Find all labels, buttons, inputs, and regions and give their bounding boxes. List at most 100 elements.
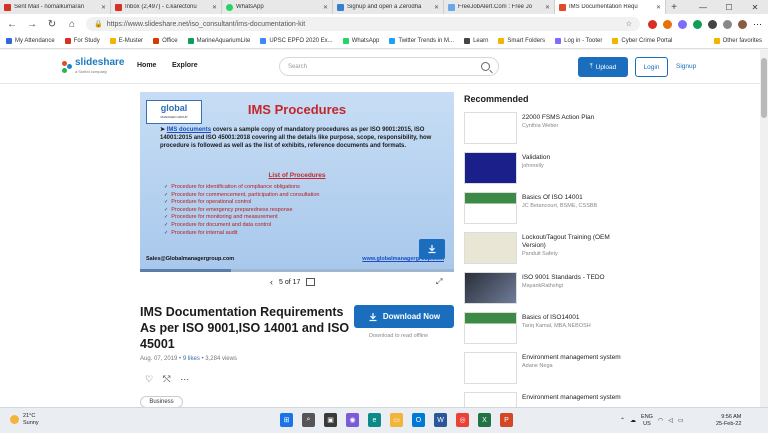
- search-input[interactable]: Search: [279, 57, 499, 76]
- close-icon[interactable]: ✕: [323, 4, 328, 11]
- bookmark-item[interactable]: UPSC EPFO 2020 Ex...: [260, 38, 333, 44]
- bookmark-item[interactable]: My Attendance: [6, 38, 55, 44]
- recommended-title[interactable]: ISO 9001 Standards - TEDO: [522, 274, 622, 282]
- file-explorer-icon[interactable]: ▭: [390, 413, 403, 427]
- bookmark-item[interactable]: Learn: [464, 38, 488, 44]
- recommended-item[interactable]: Environment management system Adane Nega: [464, 352, 754, 392]
- scrollbar-thumb[interactable]: [761, 58, 767, 118]
- browser-tab[interactable]: WhatsApp ✕: [222, 0, 333, 14]
- bookmark-item[interactable]: Office: [153, 38, 178, 44]
- signup-link[interactable]: Signup: [676, 63, 696, 70]
- back-icon[interactable]: ←: [6, 19, 18, 30]
- chrome-icon[interactable]: ◎: [456, 413, 469, 427]
- recommended-author[interactable]: MayankRathshgi: [522, 283, 622, 289]
- forward-icon[interactable]: →: [26, 19, 38, 30]
- recommended-thumbnail[interactable]: [464, 152, 517, 184]
- prev-slide-icon[interactable]: ‹: [270, 277, 273, 287]
- recommended-author[interactable]: Panduit Safety: [522, 251, 622, 257]
- recommended-title[interactable]: Environment management system: [522, 394, 622, 402]
- more-menu-icon[interactable]: ⋯: [753, 19, 762, 30]
- browser-tab[interactable]: Sent Mail - nomalkumaran ✕: [0, 0, 111, 14]
- volume-icon[interactable]: ◁: [668, 417, 673, 424]
- other-favorites[interactable]: Other favorites: [713, 38, 762, 44]
- fullscreen-icon[interactable]: ⤢: [436, 277, 442, 287]
- nav-home[interactable]: Home: [137, 62, 156, 69]
- bookmark-item[interactable]: Cyber Crime Portal: [612, 38, 672, 44]
- minimize-icon[interactable]: —: [690, 0, 716, 14]
- profile-avatar[interactable]: [738, 19, 747, 29]
- chat-icon[interactable]: ◉: [346, 413, 359, 427]
- extension-icon[interactable]: [693, 19, 702, 29]
- onedrive-icon[interactable]: ☁: [630, 417, 636, 424]
- maximize-icon[interactable]: ☐: [716, 0, 742, 14]
- new-tab-button[interactable]: +: [666, 0, 682, 14]
- chevron-up-icon[interactable]: ⌃: [620, 417, 625, 424]
- wifi-icon[interactable]: ◠: [658, 417, 663, 424]
- recommended-title[interactable]: Environment management system: [522, 354, 622, 362]
- recommended-item[interactable]: ISO 9001 Standards - TEDO MayankRathshgi: [464, 272, 754, 312]
- recommended-thumbnail[interactable]: [464, 112, 517, 144]
- favorite-star-icon[interactable]: ☆: [626, 20, 632, 28]
- close-icon[interactable]: ✕: [434, 4, 439, 11]
- recommended-title[interactable]: Basics of ISO14001: [522, 314, 622, 322]
- recommended-thumbnail[interactable]: [464, 312, 517, 344]
- recommended-thumbnail[interactable]: [464, 192, 517, 224]
- download-now-button[interactable]: Download Now: [354, 305, 454, 328]
- browser-tab[interactable]: FreeJobAlert.Com : Free Jo ✕: [444, 0, 555, 14]
- slide-viewer[interactable]: global MANAGER GROUP IMS Procedures ➤ IM…: [140, 92, 454, 272]
- recommended-author[interactable]: JC Betancourt, BSME, CSSBB: [522, 203, 622, 209]
- edge-icon[interactable]: e: [368, 413, 381, 427]
- taskbar-clock[interactable]: 9:56 AM 25-Feb-22: [716, 414, 741, 428]
- recommended-title[interactable]: Validation: [522, 154, 622, 162]
- recommended-author[interactable]: Cynthia Weber: [522, 123, 622, 129]
- thumbnail-grid-icon[interactable]: [306, 278, 316, 286]
- recommended-title[interactable]: Basics Of ISO 14001: [522, 194, 622, 202]
- powerpoint-icon[interactable]: P: [500, 413, 513, 427]
- refresh-icon[interactable]: ↻: [46, 19, 58, 30]
- battery-icon[interactable]: ▭: [678, 417, 684, 424]
- recommended-thumbnail[interactable]: [464, 272, 517, 304]
- slide-download-button[interactable]: [419, 239, 445, 259]
- bookmark-item[interactable]: MarineAquariumLite: [187, 38, 250, 44]
- recommended-author[interactable]: Adane Nega: [522, 363, 622, 369]
- recommended-item[interactable]: Basics of ISO14001 Tariq Kamal, MBA,NEBOS…: [464, 312, 754, 352]
- extension-icon[interactable]: [678, 19, 687, 29]
- close-icon[interactable]: ✕: [101, 4, 106, 11]
- bookmark-item[interactable]: WhatsApp: [342, 38, 379, 44]
- search-icon[interactable]: [481, 62, 490, 71]
- recommended-author[interactable]: Tariq Kamal, MBA,NEBOSH: [522, 323, 622, 329]
- home-icon[interactable]: ⌂: [66, 19, 78, 30]
- recommended-title[interactable]: 22000 FSMS Action Plan: [522, 114, 622, 122]
- bookmark-item[interactable]: For Study: [64, 38, 100, 44]
- more-options-icon[interactable]: ⋯: [180, 374, 189, 385]
- weather-widget[interactable]: 21°C Sunny: [10, 413, 39, 426]
- bookmark-item[interactable]: Twitter Trends in M...: [389, 38, 454, 44]
- browser-tab[interactable]: Signup and open a Zerodha ✕: [333, 0, 444, 14]
- page-scrollbar[interactable]: [760, 50, 768, 407]
- recommended-author[interactable]: johnnelly: [522, 163, 622, 169]
- document-likes[interactable]: 9 likes: [183, 356, 200, 362]
- task-view-icon[interactable]: ▣: [324, 413, 337, 427]
- recommended-item[interactable]: Lockout/Tagout Training (OEM Version) Pan…: [464, 232, 754, 272]
- extension-icon[interactable]: [648, 19, 657, 29]
- recommended-thumbnail[interactable]: [464, 352, 517, 384]
- extension-icon[interactable]: [708, 19, 717, 29]
- recommended-thumbnail[interactable]: [464, 232, 517, 264]
- upload-button[interactable]: ⤒ Upload: [578, 57, 628, 77]
- recommended-title[interactable]: Lockout/Tagout Training (OEM Version): [522, 234, 622, 250]
- bookmark-item[interactable]: Log in - Tooter: [555, 38, 602, 44]
- favorites-icon[interactable]: [723, 19, 732, 29]
- recommended-item[interactable]: 22000 FSMS Action Plan Cynthia Weber: [464, 112, 754, 152]
- bookmark-item[interactable]: E-Muster: [109, 38, 143, 44]
- share-icon[interactable]: ⤲: [163, 374, 170, 385]
- extension-icon[interactable]: [663, 19, 672, 29]
- word-icon[interactable]: W: [434, 413, 447, 427]
- excel-icon[interactable]: X: [478, 413, 491, 427]
- recommended-item[interactable]: Validation johnnelly: [464, 152, 754, 192]
- login-button[interactable]: Login: [635, 57, 668, 77]
- slide-progress-bar[interactable]: [140, 269, 454, 272]
- nav-explore[interactable]: Explore: [172, 62, 198, 69]
- browser-tab[interactable]: Inbox (2,497) - c.karectonu ✕: [111, 0, 222, 14]
- windows-start-icon[interactable]: ⊞: [280, 413, 293, 427]
- bookmark-item[interactable]: Smart Folders: [498, 38, 545, 44]
